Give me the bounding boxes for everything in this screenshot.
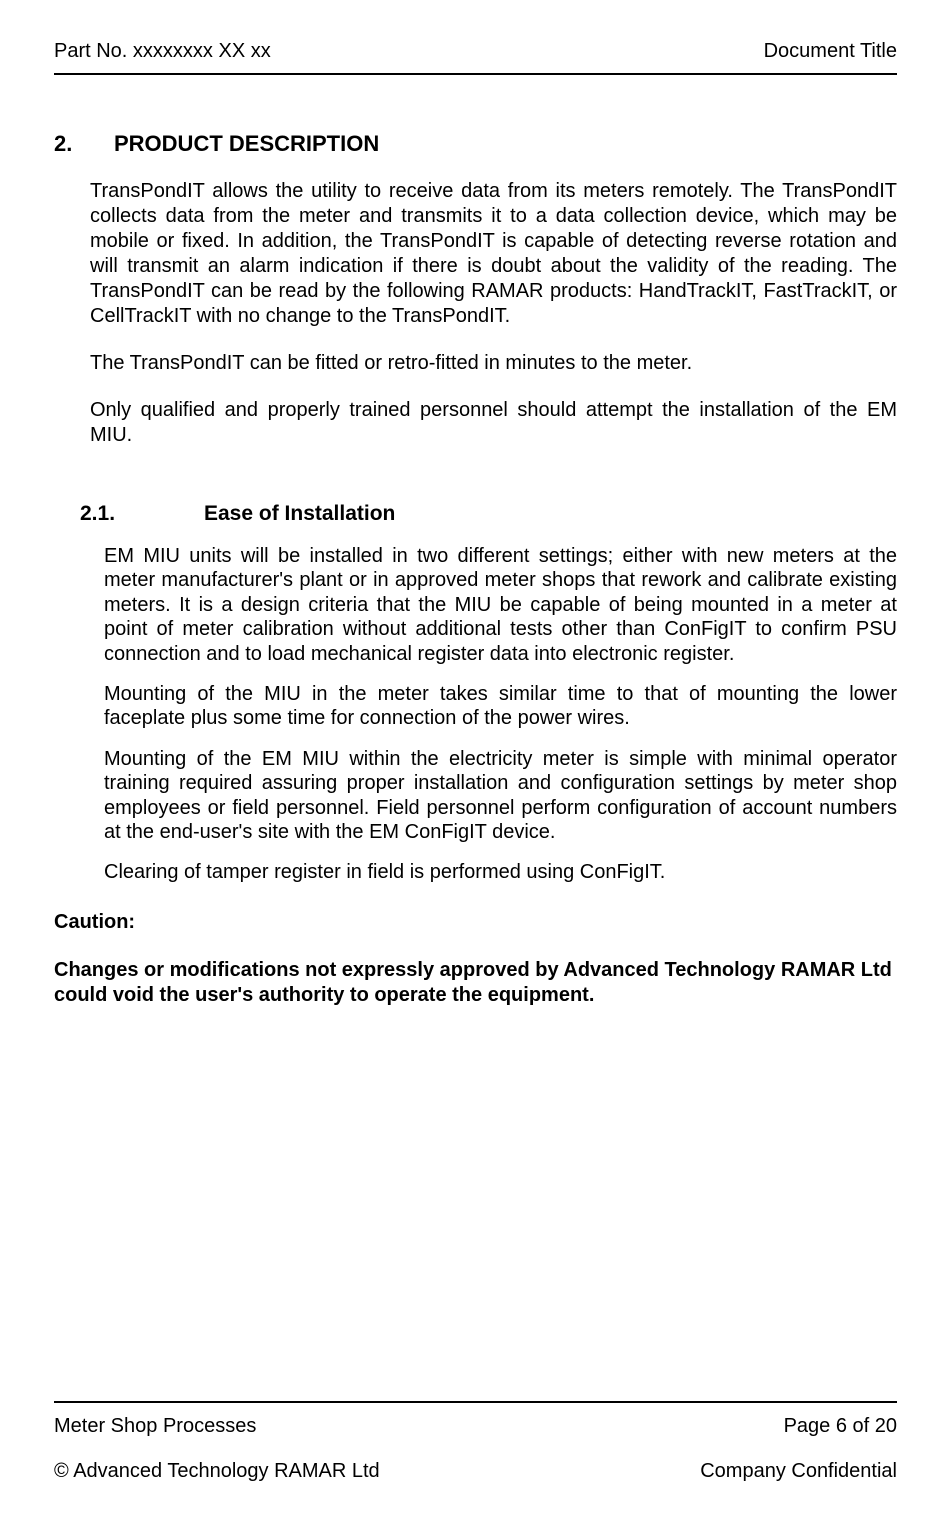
footer-copyright: © Advanced Technology RAMAR Ltd: [54, 1460, 380, 1483]
section-2-1-heading: 2.1.Ease of Installation: [80, 502, 897, 526]
section-2-1-paragraph-2: Mounting of the MIU in the meter takes s…: [104, 682, 897, 731]
section-2-paragraph-3: Only qualified and properly trained pers…: [90, 398, 897, 448]
section-2-1-number: 2.1.: [80, 502, 204, 526]
section-2-title: PRODUCT DESCRIPTION: [114, 131, 379, 156]
footer-page-number: Page 6 of 20: [784, 1415, 897, 1438]
page-footer: Meter Shop Processes Page 6 of 20 © Adva…: [54, 1401, 897, 1483]
footer-process-name: Meter Shop Processes: [54, 1415, 256, 1438]
section-2-number: 2.: [54, 131, 114, 157]
footer-row-1: Meter Shop Processes Page 6 of 20: [54, 1415, 897, 1438]
header-part-number: Part No. xxxxxxxx XX xx: [54, 40, 271, 63]
section-2-1-paragraph-4: Clearing of tamper register in field is …: [104, 860, 897, 884]
page: Part No. xxxxxxxx XX xx Document Title 2…: [0, 0, 951, 1513]
page-content: 2.PRODUCT DESCRIPTION TransPondIT allows…: [54, 75, 897, 1401]
section-2-1-paragraph-1: EM MIU units will be installed in two di…: [104, 544, 897, 666]
section-2-1-title: Ease of Installation: [204, 502, 395, 525]
section-2-paragraph-1: TransPondIT allows the utility to receiv…: [90, 179, 897, 329]
section-2-heading: 2.PRODUCT DESCRIPTION: [54, 131, 897, 157]
caution-body: Changes or modifications not expressly a…: [54, 958, 897, 1008]
caution-label: Caution:: [54, 911, 897, 934]
section-2-1-paragraph-3: Mounting of the EM MIU within the electr…: [104, 747, 897, 845]
footer-confidentiality: Company Confidential: [700, 1460, 897, 1483]
section-2-paragraph-2: The TransPondIT can be fitted or retro-f…: [90, 351, 897, 376]
footer-row-2: © Advanced Technology RAMAR Ltd Company …: [54, 1460, 897, 1483]
header-document-title: Document Title: [764, 40, 897, 63]
page-header: Part No. xxxxxxxx XX xx Document Title: [54, 40, 897, 75]
